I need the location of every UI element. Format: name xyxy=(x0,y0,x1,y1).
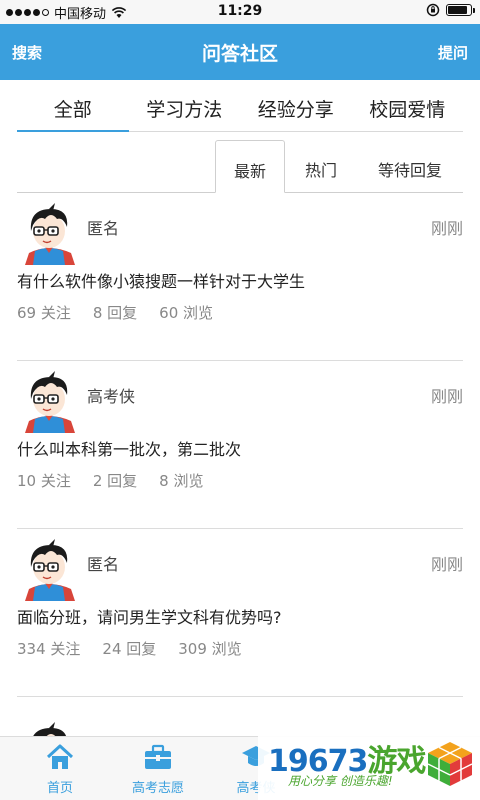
sort-tab-latest[interactable]: 最新 xyxy=(215,140,285,193)
page-title: 问答社区 xyxy=(201,43,278,65)
follow-count: 10 关注 xyxy=(17,472,71,490)
post-time: 刚刚 xyxy=(430,555,463,574)
battery-fill xyxy=(448,6,467,14)
question-stats: 10 关注 2 回复 8 浏览 xyxy=(17,470,203,491)
watermark-slogan: 用心分享 创造乐趣! xyxy=(288,774,393,788)
question-title[interactable]: 面临分班，请问男生学文科有优势吗? xyxy=(17,604,282,628)
avatar[interactable] xyxy=(21,539,77,601)
ask-question-button[interactable]: 提问 xyxy=(438,42,468,63)
view-count: 60 浏览 xyxy=(159,304,214,322)
question-item[interactable]: 高考侠 刚刚 什么叫本科第一批次，第二批次 10 关注 2 回复 8 浏览 xyxy=(17,361,463,529)
cube-logo-icon xyxy=(427,742,473,786)
author-name[interactable]: 匿名 xyxy=(87,215,119,239)
reply-count: 8 回复 xyxy=(92,304,138,322)
question-item[interactable]: 匿名 刚刚 面临分班，请问男生学文科有优势吗? 334 关注 24 回复 309… xyxy=(17,529,463,697)
category-tabs: 全部 学习方法 经验分享 校园爱情 xyxy=(17,80,463,132)
author-name[interactable]: 匿名 xyxy=(87,551,119,575)
status-right xyxy=(426,3,475,17)
battery-icon xyxy=(446,4,475,16)
reply-count: 2 回复 xyxy=(92,472,138,490)
question-stats: 334 关注 24 回复 309 浏览 xyxy=(17,638,242,659)
avatar[interactable] xyxy=(21,371,77,433)
site-watermark: 19673游戏 用心分享 创造乐趣! xyxy=(258,726,480,800)
follow-count: 334 关注 xyxy=(17,640,81,658)
nav-bar: 搜索 问答社区 提问 xyxy=(0,24,480,80)
tab-experience-sharing[interactable]: 经验分享 xyxy=(240,80,352,131)
tab-all[interactable]: 全部 xyxy=(17,80,129,132)
question-stats: 69 关注 8 回复 60 浏览 xyxy=(17,302,213,323)
briefcase-icon xyxy=(145,744,171,769)
status-bar: 中国移动 11:29 xyxy=(0,0,480,24)
orientation-lock-icon xyxy=(426,3,440,17)
home-icon xyxy=(46,744,74,769)
tab-campus-love[interactable]: 校园爱情 xyxy=(352,80,464,131)
avatar[interactable] xyxy=(21,722,77,736)
avatar[interactable] xyxy=(21,203,77,265)
reply-count: 24 回复 xyxy=(102,640,157,658)
author-name[interactable]: 高考侠 xyxy=(87,383,135,407)
question-title[interactable]: 什么叫本科第一批次，第二批次 xyxy=(17,436,241,460)
view-count: 309 浏览 xyxy=(178,640,242,658)
status-time: 11:29 xyxy=(217,3,263,19)
post-time: 刚刚 xyxy=(430,387,463,406)
post-time: 刚刚 xyxy=(430,219,463,238)
question-title[interactable]: 有什么软件像小猿搜题一样针对于大学生 xyxy=(17,268,305,292)
sort-tab-hot[interactable]: 热门 xyxy=(285,140,357,193)
sort-tabs: 最新 热门 等待回复 xyxy=(0,140,480,193)
view-count: 8 浏览 xyxy=(159,472,204,490)
sort-tab-awaiting-reply[interactable]: 等待回复 xyxy=(357,140,463,193)
follow-count: 69 关注 xyxy=(17,304,71,322)
tab-study-methods[interactable]: 学习方法 xyxy=(129,80,241,131)
question-item[interactable]: 匿名 刚刚 有什么软件像小猿搜题一样针对于大学生 69 关注 8 回复 60 浏… xyxy=(17,193,463,361)
